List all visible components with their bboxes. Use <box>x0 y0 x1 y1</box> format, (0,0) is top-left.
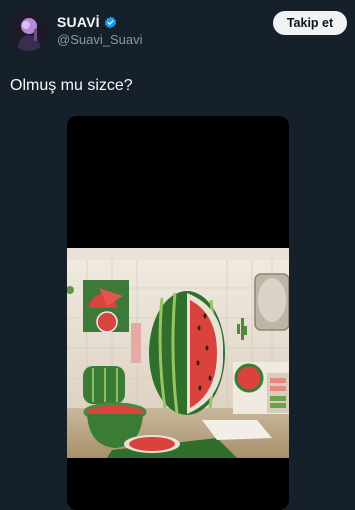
display-name[interactable]: SUAVİ <box>57 14 100 30</box>
tweet-media[interactable] <box>67 116 289 510</box>
tweet-header: SUAVİ @Suavi_Suavi Takip et <box>0 0 355 60</box>
follow-button[interactable]: Takip et <box>273 11 347 35</box>
user-handle[interactable]: @Suavi_Suavi <box>57 32 142 47</box>
tweet-text: Olmuş mu sizce? <box>10 77 133 94</box>
name-row: SUAVİ <box>57 14 117 30</box>
verified-badge-icon <box>104 16 117 29</box>
watermelon-bathroom-image <box>67 248 289 458</box>
avatar[interactable] <box>9 11 49 51</box>
